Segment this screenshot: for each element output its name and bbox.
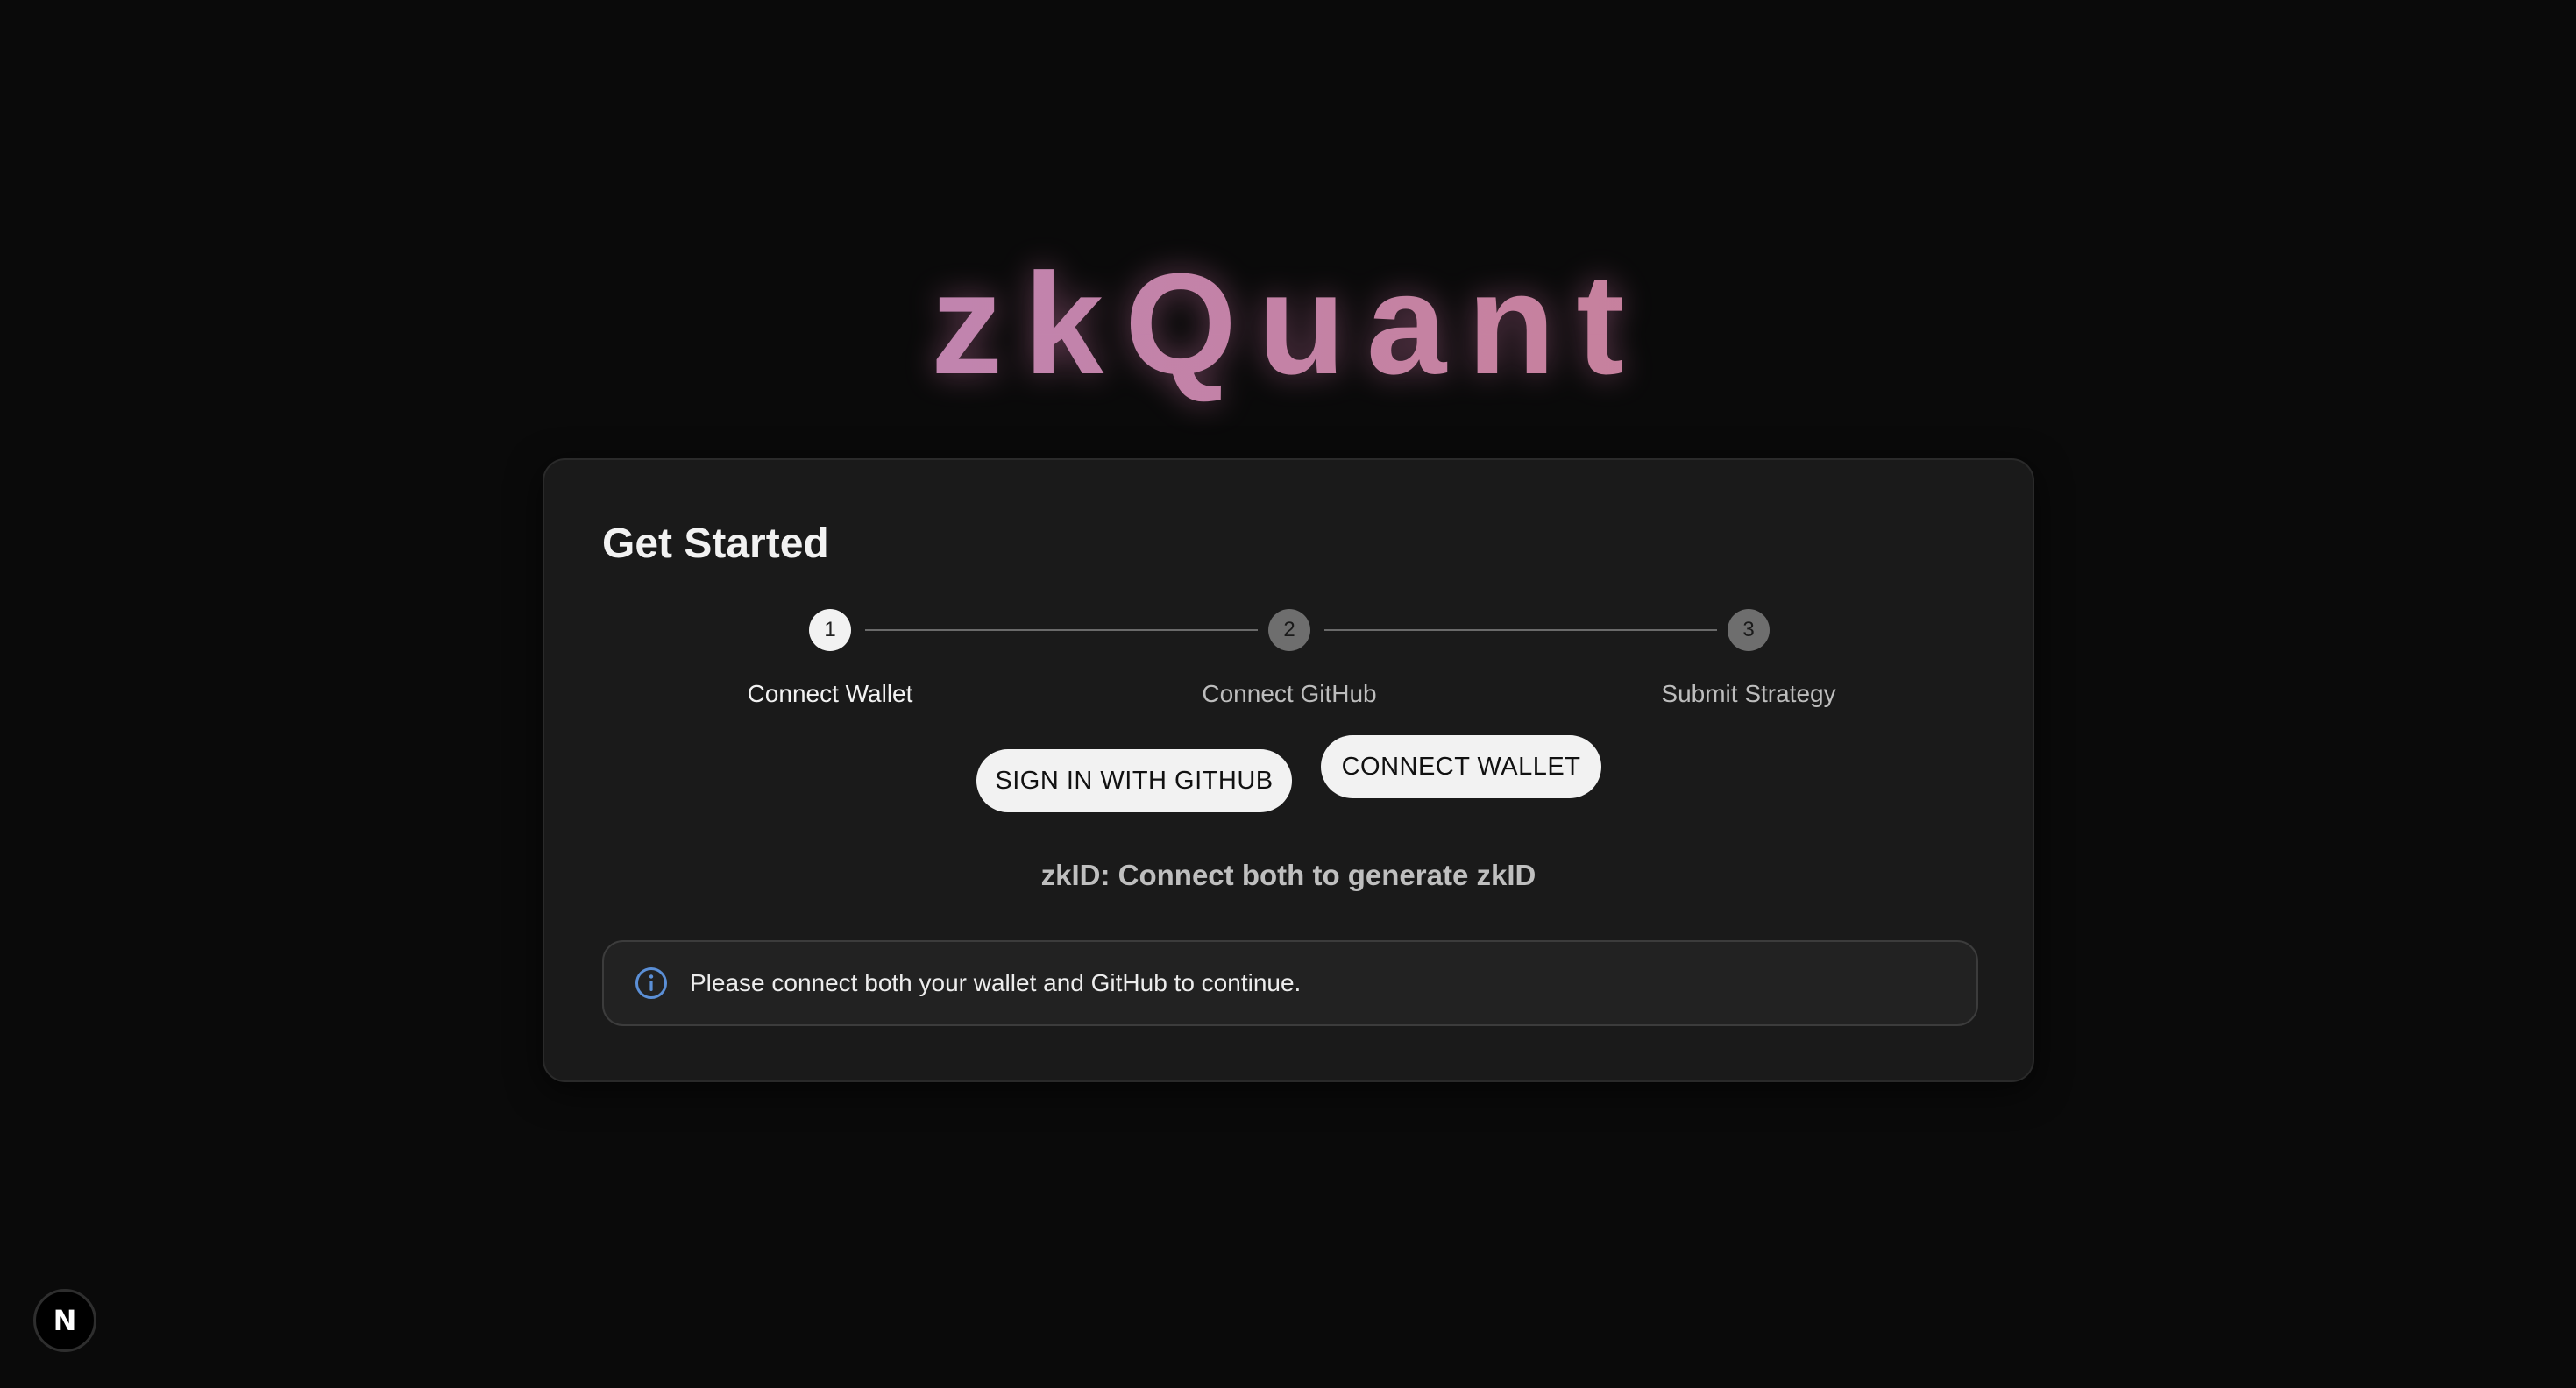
page-root: zkQuant Get Started 1 2 3 Connect Wallet… [0, 0, 2576, 1388]
step-1-indicator: 1 [809, 609, 851, 651]
alert-message: Please connect both your wallet and GitH… [690, 969, 1302, 996]
info-icon [635, 967, 667, 999]
brand-title: zkQuant [0, 237, 2576, 412]
step-1-label: Connect Wallet [747, 680, 913, 707]
step-3-indicator: 3 [1728, 609, 1770, 651]
stepper: 1 2 3 Connect Wallet Connect GitHub Subm… [544, 586, 2033, 709]
step-2-indicator: 2 [1268, 609, 1310, 651]
card-title: Get Started [602, 520, 829, 567]
zkid-status: zkID: Connect both to generate zkID [1040, 859, 1536, 891]
step-3-label: Submit Strategy [1661, 680, 1836, 707]
connect-wallet-button[interactable]: CONNECT WALLET [1321, 735, 1601, 798]
nextjs-glyph: N [53, 1304, 77, 1337]
get-started-card: Get Started 1 2 3 Connect Wallet Connect… [543, 458, 2034, 1082]
step-2-label: Connect GitHub [1202, 680, 1377, 707]
step-connector [1324, 629, 1717, 631]
sign-in-github-button[interactable]: SIGN IN WITH GITHUB [976, 749, 1292, 812]
nextjs-icon[interactable]: N [33, 1289, 96, 1352]
step-connector [865, 629, 1258, 631]
info-alert: Please connect both your wallet and GitH… [602, 940, 1978, 1026]
